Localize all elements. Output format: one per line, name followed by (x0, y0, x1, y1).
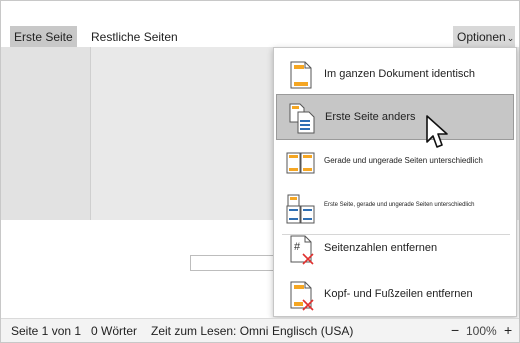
zoom-out-button[interactable]: − (451, 322, 459, 338)
menu-item-label: Seitenzahlen entfernen (324, 242, 438, 254)
same-header-icon (290, 61, 312, 89)
options-button[interactable]: Optionen⌄ (453, 26, 515, 48)
zoom-level[interactable]: 100% (466, 324, 497, 338)
menu-item-different-first-page[interactable]: Erste Seite anders (276, 94, 514, 140)
remove-page-numbers-icon: # (290, 235, 314, 265)
menu-item-label: Erste Seite anders (325, 111, 416, 123)
status-bar: Seite 1 von 1 0 Wörter Zeit zum Lesen: O… (1, 318, 519, 342)
word-count[interactable]: 0 Wörter (91, 324, 137, 338)
first-odd-even-icon (286, 194, 315, 224)
page-margin-left (1, 47, 90, 220)
remove-header-footer-icon (290, 281, 314, 311)
menu-item-label: Erste Seite, gerade und ungerade Seiten … (324, 202, 475, 208)
text-placeholder-box[interactable] (190, 255, 280, 271)
mouse-pointer-icon (426, 115, 448, 148)
reading-time: Zeit zum Lesen: Omni (151, 324, 269, 338)
menu-item-label: Kopf- und Fußzeilen entfernen (324, 288, 473, 300)
options-label: Optionen (457, 30, 506, 44)
chevron-down-icon: ⌄ (506, 33, 515, 43)
menu-item-remove-header-footer[interactable]: Kopf- und Fußzeilen entfernen (276, 272, 514, 318)
tab-first-page[interactable]: Erste Seite (10, 26, 77, 48)
menu-item-label: Gerade und ungerade Seiten unterschiedli… (324, 156, 483, 165)
menu-item-label: Im ganzen Dokument identisch (324, 68, 476, 80)
language-indicator[interactable]: Englisch (USA) (272, 324, 353, 338)
header-footer-tab-bar: Erste Seite Restliche Seiten Optionen⌄ (1, 1, 519, 48)
page-margin-divider (90, 47, 91, 220)
different-first-page-icon (289, 103, 315, 134)
menu-item-remove-page-numbers[interactable]: # Seitenzahlen entfernen (276, 226, 514, 272)
options-menu: Im ganzen Dokument identisch Erste Seite… (273, 47, 517, 317)
menu-item-same-everywhere[interactable]: Im ganzen Dokument identisch (276, 52, 514, 98)
menu-item-odd-even[interactable]: Gerade und ungerade Seiten unterschiedli… (276, 140, 514, 186)
tab-rest-pages[interactable]: Restliche Seiten (87, 26, 182, 48)
odd-even-pages-icon (286, 152, 315, 174)
page-count[interactable]: Seite 1 von 1 (11, 324, 81, 338)
zoom-in-button[interactable]: + (504, 322, 512, 338)
svg-text:#: # (294, 241, 301, 253)
